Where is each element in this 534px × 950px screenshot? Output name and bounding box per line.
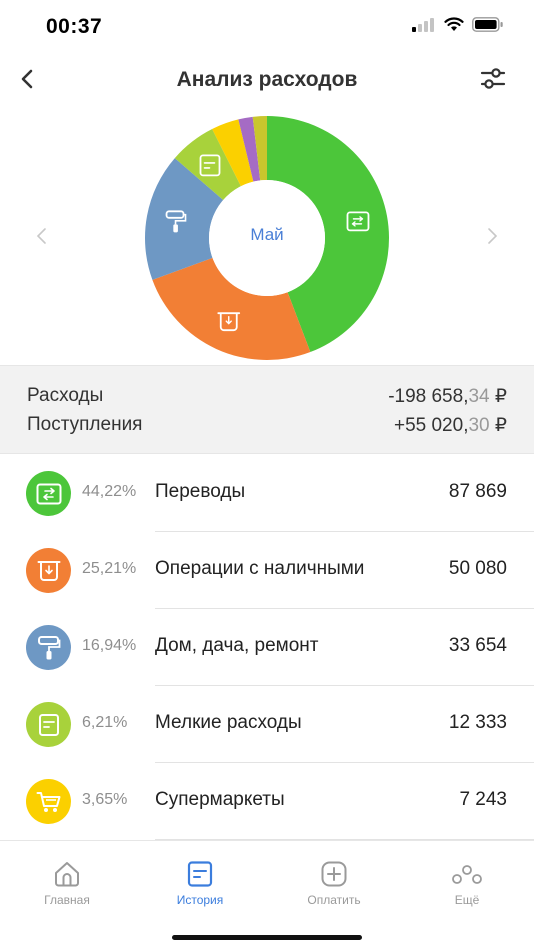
category-name: Супермаркеты xyxy=(155,789,285,810)
category-amount: 12 333 xyxy=(448,712,507,733)
tab-label: Главная xyxy=(44,893,90,907)
cash-icon xyxy=(37,560,60,581)
category-name: Дом, дача, ремонт xyxy=(155,635,319,656)
plus-icon xyxy=(321,861,347,887)
expenses-amount: -198 658,34 ₽ xyxy=(388,385,507,407)
expenses-row: Расходы -198 658,34 ₽ xyxy=(27,382,507,410)
summary-panel: Расходы -198 658,34 ₽ Поступления +55 02… xyxy=(0,365,534,454)
wifi-icon xyxy=(444,17,464,31)
category-list: 44,22% Переводы 87 869 25,21% Операции с… xyxy=(0,455,534,840)
category-amount: 87 869 xyxy=(448,481,507,502)
category-amount: 50 080 xyxy=(448,558,507,579)
tab-more[interactable]: Ещё xyxy=(407,859,527,907)
chevron-right-icon xyxy=(488,228,498,244)
income-row: Поступления +55 020,30 ₽ xyxy=(27,411,507,439)
next-month-button[interactable] xyxy=(482,224,502,248)
category-name: Мелкие расходы xyxy=(155,712,302,733)
income-label: Поступления xyxy=(27,414,143,435)
tab-history[interactable]: История xyxy=(140,859,260,907)
filter-button[interactable] xyxy=(478,64,508,94)
category-row-transfers[interactable]: 44,22% Переводы 87 869 xyxy=(0,455,534,532)
paint-roller-icon xyxy=(37,635,60,659)
tab-bar: Главная История Оплатить Ещё xyxy=(0,840,534,950)
expenses-label: Расходы xyxy=(27,385,104,406)
chart-area: Май xyxy=(0,108,534,364)
nav-bar: Анализ расходов xyxy=(0,56,534,104)
home-icon xyxy=(55,862,79,887)
status-bar: 00:37 xyxy=(0,0,534,56)
transfer-icon xyxy=(36,483,61,504)
history-icon xyxy=(187,861,213,887)
category-percent: 25,21% xyxy=(82,560,137,577)
more-icon xyxy=(452,865,482,884)
chart-month-label: Май xyxy=(250,225,284,244)
category-row-supermarkets[interactable]: 3,65% Супермаркеты 7 243 xyxy=(0,763,534,840)
sliders-icon xyxy=(480,68,506,89)
category-row-small-expenses[interactable]: 6,21% Мелкие расходы 12 333 xyxy=(0,686,534,763)
category-percent: 44,22% xyxy=(82,483,137,500)
tab-label: Оплатить xyxy=(307,893,361,907)
home-indicator xyxy=(172,935,362,940)
category-name: Операции с наличными xyxy=(155,558,365,579)
receipt-icon xyxy=(38,713,59,736)
category-amount: 33 654 xyxy=(448,635,507,656)
tab-label: История xyxy=(176,893,224,907)
category-amount: 7 243 xyxy=(459,789,507,810)
category-icon-badge xyxy=(26,625,71,670)
category-name: Переводы xyxy=(155,481,246,502)
status-icons xyxy=(412,17,504,32)
income-amount: +55 020,30 ₽ xyxy=(393,414,507,436)
status-time: 00:37 xyxy=(46,15,103,38)
cart-icon xyxy=(36,791,60,812)
tab-pay[interactable]: Оплатить xyxy=(274,859,394,907)
category-row-home[interactable]: 16,94% Дом, дача, ремонт 33 654 xyxy=(0,609,534,686)
category-row-cash[interactable]: 25,21% Операции с наличными 50 080 xyxy=(0,532,534,609)
category-icon-badge xyxy=(26,779,71,824)
category-percent: 3,65% xyxy=(82,791,128,808)
category-icon-badge xyxy=(26,471,71,516)
category-percent: 6,21% xyxy=(82,714,128,731)
category-icon-badge xyxy=(26,702,71,747)
category-percent: 16,94% xyxy=(82,637,137,654)
battery-icon xyxy=(472,17,503,32)
tab-label: Ещё xyxy=(454,893,480,907)
category-icon-badge xyxy=(26,548,71,593)
signal-icon xyxy=(412,17,434,32)
page-title: Анализ расходов xyxy=(176,68,358,91)
tab-home[interactable]: Главная xyxy=(7,859,127,907)
